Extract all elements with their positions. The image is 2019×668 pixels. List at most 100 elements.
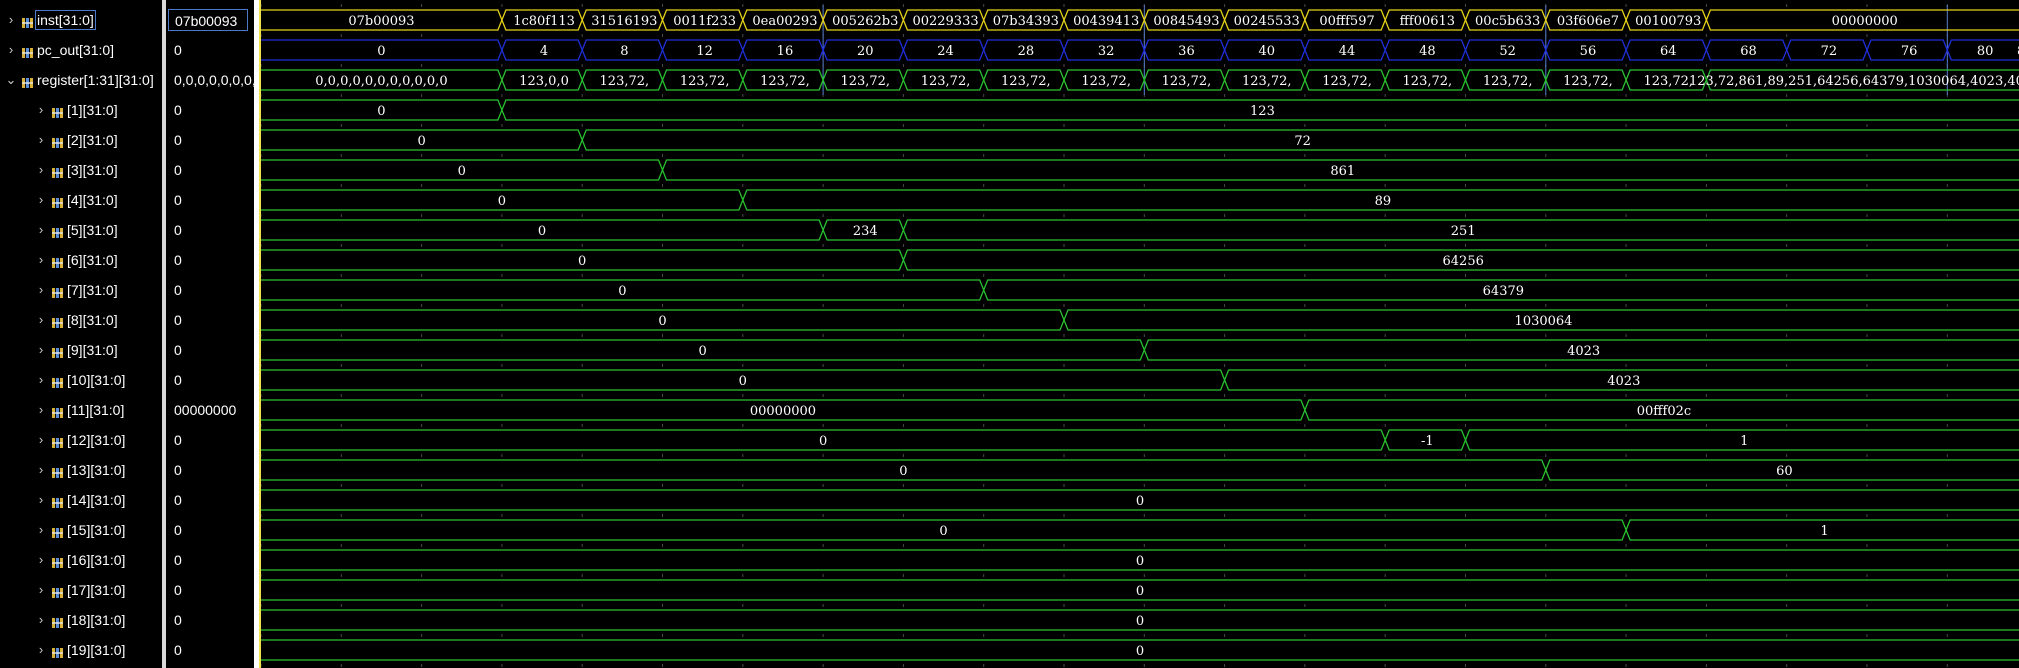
signal-value-row[interactable]: 0 <box>166 245 254 275</box>
signal-name[interactable]: [14][31:0] <box>67 492 125 508</box>
signal-row[interactable]: ⌄ register[1:31][31:0] <box>0 65 162 95</box>
signal-row[interactable]: › [17][31:0] <box>0 575 162 605</box>
segment-value: -1 <box>1421 434 1434 449</box>
signal-value-row[interactable]: 00000000 <box>166 395 254 425</box>
signal-name[interactable]: [17][31:0] <box>67 582 125 598</box>
chevron-right-icon[interactable]: › <box>4 42 18 58</box>
signal-name[interactable]: [8][31:0] <box>67 312 118 328</box>
segment-value: 123,72, <box>1483 74 1533 89</box>
signal-value-pane: 07b0009300,0,0,0,0,0,0,0,0,0000000000000… <box>166 0 254 668</box>
signal-value-row[interactable]: 0 <box>166 95 254 125</box>
signal-name[interactable]: pc_out[31:0] <box>37 42 114 58</box>
chevron-right-icon[interactable]: › <box>34 432 48 448</box>
waveform-14: 0 -1 1 <box>261 429 2019 451</box>
signal-value-row[interactable]: 0 <box>166 335 254 365</box>
signal-row[interactable]: › [13][31:0] <box>0 455 162 485</box>
signal-row[interactable]: › [14][31:0] <box>0 485 162 515</box>
waveform-canvas[interactable]: 07b00093 1c80f113 31516193 0011f233 0ea00293… <box>259 0 2019 668</box>
signal-name[interactable]: [2][31:0] <box>67 132 118 148</box>
signal-row[interactable]: › [9][31:0] <box>0 335 162 365</box>
signal-value-row[interactable]: 0 <box>166 545 254 575</box>
signal-value-row[interactable]: 0 <box>166 515 254 545</box>
chevron-right-icon[interactable]: › <box>34 282 48 298</box>
signal-row[interactable]: › pc_out[31:0] <box>0 35 162 65</box>
bus-signal-icon <box>52 285 63 298</box>
chevron-right-icon[interactable]: › <box>34 132 48 148</box>
chevron-right-icon[interactable]: › <box>34 642 48 658</box>
chevron-right-icon[interactable]: › <box>34 102 48 118</box>
chevron-right-icon[interactable]: › <box>34 372 48 388</box>
signal-row[interactable]: › [5][31:0] <box>0 215 162 245</box>
chevron-right-icon[interactable]: › <box>34 582 48 598</box>
signal-value-row[interactable]: 0 <box>166 305 254 335</box>
chevron-right-icon[interactable]: › <box>4 12 18 28</box>
signal-name[interactable]: [15][31:0] <box>67 522 125 538</box>
chevron-right-icon[interactable]: › <box>34 252 48 268</box>
signal-name[interactable]: [13][31:0] <box>67 462 125 478</box>
signal-row[interactable]: › [6][31:0] <box>0 245 162 275</box>
signal-row[interactable]: › [3][31:0] <box>0 155 162 185</box>
chevron-right-icon[interactable]: › <box>34 462 48 478</box>
signal-value-row[interactable]: 0,0,0,0,0,0,0,0,0,0 <box>166 65 254 95</box>
signal-row[interactable]: › [7][31:0] <box>0 275 162 305</box>
signal-name[interactable]: [10][31:0] <box>67 372 125 388</box>
signal-row[interactable]: › [12][31:0] <box>0 425 162 455</box>
signal-row[interactable]: › [4][31:0] <box>0 185 162 215</box>
segment-value: 1030064 <box>1515 314 1573 329</box>
chevron-right-icon[interactable]: › <box>34 492 48 508</box>
chevron-right-icon[interactable]: › <box>34 402 48 418</box>
signal-value-row[interactable]: 0 <box>166 455 254 485</box>
signal-value-row[interactable]: 0 <box>166 365 254 395</box>
chevron-right-icon[interactable]: › <box>34 192 48 208</box>
signal-name[interactable]: [11][31:0] <box>67 402 124 418</box>
chevron-down-icon[interactable]: ⌄ <box>4 72 18 88</box>
signal-value-row[interactable]: 0 <box>166 185 254 215</box>
signal-name[interactable]: inst[31:0] <box>35 10 96 30</box>
signal-value-row[interactable]: 0 <box>166 35 254 65</box>
signal-row[interactable]: › [1][31:0] <box>0 95 162 125</box>
signal-value-row[interactable]: 0 <box>166 635 254 665</box>
signal-row[interactable]: › [10][31:0] <box>0 365 162 395</box>
signal-row[interactable]: › [2][31:0] <box>0 125 162 155</box>
waveform-pane[interactable]: 07b00093 1c80f113 31516193 0011f233 0ea00293… <box>259 0 2019 668</box>
signal-row[interactable]: › [19][31:0] <box>0 635 162 665</box>
signal-value-row[interactable]: 0 <box>166 215 254 245</box>
signal-name[interactable]: [12][31:0] <box>67 432 125 448</box>
signal-value-row[interactable]: 07b00093 <box>166 5 254 35</box>
chevron-right-icon[interactable]: › <box>34 522 48 538</box>
chevron-right-icon[interactable]: › <box>34 312 48 328</box>
signal-value-row[interactable]: 0 <box>166 425 254 455</box>
signal-row[interactable]: › inst[31:0] <box>0 5 162 35</box>
signal-value: 0,0,0,0,0,0,0,0,0,0 <box>174 72 254 88</box>
signal-name[interactable]: [18][31:0] <box>67 612 125 628</box>
chevron-right-icon[interactable]: › <box>34 552 48 568</box>
signal-name[interactable]: [4][31:0] <box>67 192 118 208</box>
signal-name[interactable]: [3][31:0] <box>67 162 118 178</box>
signal-value-row[interactable]: 0 <box>166 605 254 635</box>
signal-name[interactable]: register[1:31][31:0] <box>37 72 154 88</box>
segment-value: 0 <box>1136 614 1144 629</box>
chevron-right-icon[interactable]: › <box>34 162 48 178</box>
signal-row[interactable]: › [16][31:0] <box>0 545 162 575</box>
signal-row[interactable]: › [15][31:0] <box>0 515 162 545</box>
signal-value-row[interactable]: 0 <box>166 485 254 515</box>
signal-value-row[interactable]: 0 <box>166 575 254 605</box>
segment-value: 44 <box>1339 44 1356 59</box>
signal-value-row[interactable]: 0 <box>166 275 254 305</box>
signal-name[interactable]: [16][31:0] <box>67 552 125 568</box>
signal-row[interactable]: › [18][31:0] <box>0 605 162 635</box>
chevron-right-icon[interactable]: › <box>34 612 48 628</box>
signal-name[interactable]: [19][31:0] <box>67 642 125 658</box>
segment-value: 0 <box>1136 644 1144 659</box>
signal-row[interactable]: › [8][31:0] <box>0 305 162 335</box>
signal-name[interactable]: [7][31:0] <box>67 282 118 298</box>
signal-name[interactable]: [5][31:0] <box>67 222 118 238</box>
signal-name[interactable]: [1][31:0] <box>67 102 118 118</box>
signal-value-row[interactable]: 0 <box>166 155 254 185</box>
signal-name[interactable]: [6][31:0] <box>67 252 118 268</box>
signal-name[interactable]: [9][31:0] <box>67 342 118 358</box>
chevron-right-icon[interactable]: › <box>34 222 48 238</box>
signal-value-row[interactable]: 0 <box>166 125 254 155</box>
signal-row[interactable]: › [11][31:0] <box>0 395 162 425</box>
chevron-right-icon[interactable]: › <box>34 342 48 358</box>
